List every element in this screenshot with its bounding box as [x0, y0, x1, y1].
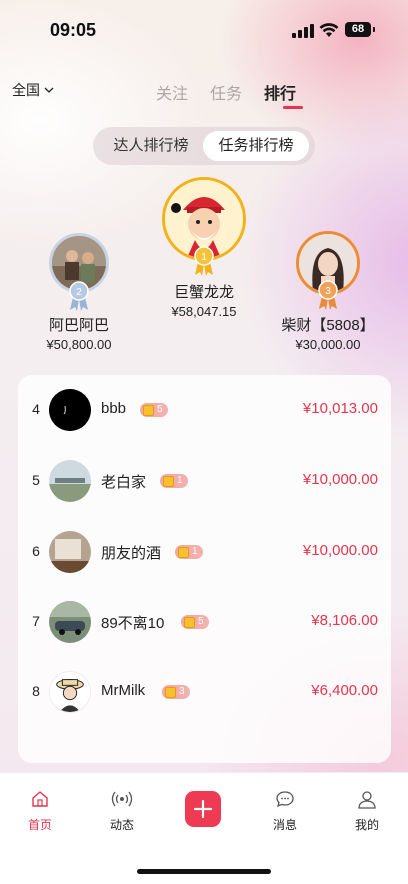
status-time: 09:05 [50, 20, 97, 40]
rank-2-amount: ¥50,800.00 [46, 337, 112, 352]
home-icon [32, 791, 48, 807]
list-item[interactable]: 4 bbb 5 ¥10,013.00 [18, 375, 391, 445]
list-item[interactable]: 6 朋友的酒 1 ¥10,000.00 [18, 517, 391, 587]
photo-avatar-icon [49, 531, 91, 573]
home-indicator [137, 869, 271, 874]
tab-feed-label: 动态 [109, 818, 134, 832]
tab-messages-label: 消息 [272, 818, 297, 832]
ranking-list: 4 bbb 5 ¥10,013.00 5 老白家 1 ¥10,000.00 6 … [18, 375, 391, 763]
user-avatar[interactable] [49, 531, 91, 573]
list-rank: 4 [32, 401, 40, 417]
list-rank: 6 [32, 543, 40, 559]
task-count-badge: 5 [140, 403, 168, 417]
create-button[interactable] [185, 791, 221, 827]
broadcast-icon [111, 791, 133, 807]
list-username: 89不离10 [101, 615, 165, 632]
user-avatar[interactable] [49, 601, 91, 643]
tab-follow[interactable]: 关注 [156, 80, 188, 104]
rank-2-name: 阿巴阿巴 [48, 317, 109, 334]
list-username: 朋友的酒 [101, 545, 162, 562]
tab-messages[interactable]: 消息 [255, 789, 315, 833]
tab-home-label: 首页 [27, 818, 52, 832]
gold-medal-icon: 1 [194, 246, 214, 276]
toggle-expert-ranking[interactable]: 达人排行榜 [99, 131, 203, 161]
dark-avatar-icon [49, 389, 91, 431]
bottom-tab-bar: 首页 动态 消息 我的 [0, 772, 408, 884]
rank-3-name: 柴财【5808】 [281, 317, 375, 334]
toggle-task-ranking[interactable]: 任务排行榜 [203, 131, 309, 161]
rank-1-name: 巨蟹龙龙 [173, 284, 234, 301]
task-count-badge: 5 [181, 615, 209, 629]
task-count-badge: 1 [175, 545, 203, 559]
list-amount: ¥10,013.00 [302, 400, 378, 417]
rank-1-amount: ¥58,047.15 [171, 304, 237, 319]
tab-profile-label: 我的 [354, 818, 379, 832]
cartoon-avatar-icon [50, 672, 90, 712]
list-username: MrMilk [101, 682, 146, 699]
coin-icon [184, 616, 195, 628]
silver-medal-icon: 2 [69, 281, 89, 311]
cellular-signal-icon [292, 24, 314, 38]
chat-icon [276, 791, 294, 808]
coin-icon [178, 546, 189, 558]
user-icon [358, 791, 376, 809]
top-tabs: 关注 任务 排行 [0, 78, 408, 114]
active-tab-indicator [283, 106, 303, 109]
task-count-badge: 3 [162, 685, 190, 699]
list-username: bbb [101, 400, 127, 417]
list-rank: 8 [32, 683, 40, 699]
rank-2-number: 2 [76, 287, 82, 298]
list-rank: 7 [32, 613, 40, 629]
user-avatar[interactable] [49, 460, 91, 502]
list-item[interactable]: 8 MrMilk 3 ¥6,400.00 [18, 657, 391, 727]
rank-3-amount: ¥30,000.00 [295, 337, 361, 352]
wifi-icon [319, 23, 339, 37]
list-item[interactable]: 7 89不离10 5 ¥8,106.00 [18, 587, 391, 657]
list-username: 老白家 [101, 474, 147, 491]
plus-icon [193, 799, 213, 819]
user-avatar[interactable] [49, 671, 91, 713]
tab-ranking[interactable]: 排行 [264, 80, 296, 104]
bronze-medal-icon: 3 [318, 280, 338, 310]
tab-home[interactable]: 首页 [10, 789, 70, 833]
list-amount: ¥8,106.00 [311, 612, 378, 629]
coin-icon [163, 475, 174, 487]
rank-1-number: 1 [201, 252, 207, 263]
battery-tip [373, 27, 375, 32]
tab-profile[interactable]: 我的 [337, 789, 397, 833]
ranking-type-toggle: 达人排行榜 任务排行榜 [93, 127, 315, 165]
tab-tasks[interactable]: 任务 [210, 80, 242, 104]
user-avatar[interactable] [49, 389, 91, 431]
battery-icon: 68 [345, 22, 371, 37]
list-amount: ¥10,000.00 [302, 471, 378, 488]
status-bar: 09:05 68 [0, 0, 408, 60]
car-avatar-icon [49, 601, 91, 643]
rank-3-number: 3 [325, 286, 331, 297]
list-item[interactable]: 5 老白家 1 ¥10,000.00 [18, 446, 391, 516]
coin-icon [143, 404, 154, 416]
landscape-avatar-icon [49, 460, 91, 502]
task-count-badge: 1 [160, 474, 188, 488]
tab-feed[interactable]: 动态 [92, 789, 152, 833]
list-rank: 5 [32, 472, 40, 488]
list-amount: ¥10,000.00 [302, 542, 378, 559]
coin-icon [165, 686, 176, 698]
list-amount: ¥6,400.00 [311, 682, 378, 699]
